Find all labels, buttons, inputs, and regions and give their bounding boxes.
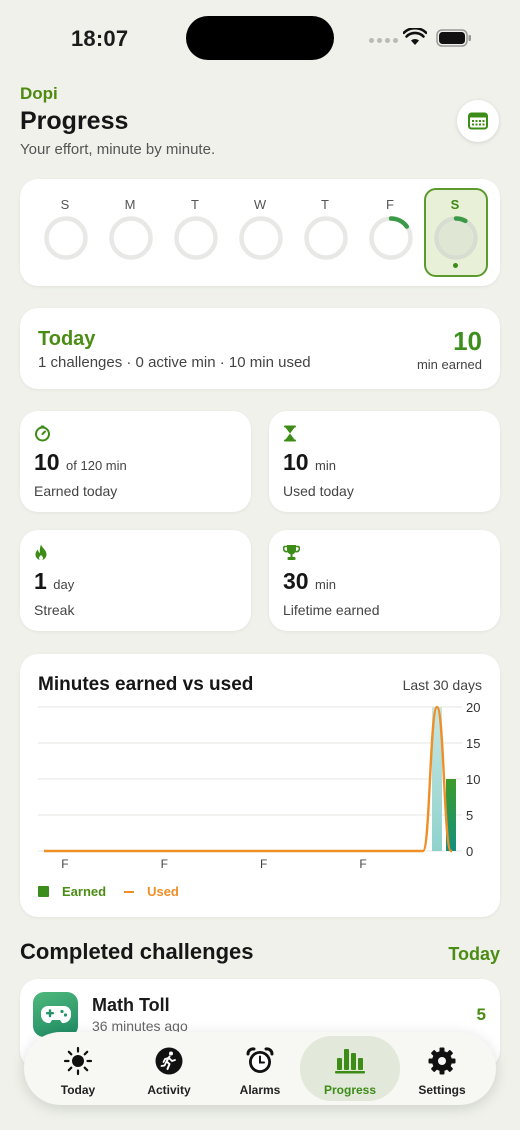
streak-unit: day [53,577,75,592]
page-subtitle: Your effort, minute by minute. [20,141,216,158]
completed-challenges-title: Completed challenges [20,939,254,964]
day-progress-ring [44,216,88,260]
page-title: Progress [20,107,129,135]
app-name: Dopi [20,84,58,103]
today-earned-label: min earned [416,357,482,372]
day-letter: T [191,197,199,212]
day-0[interactable]: S [32,179,98,286]
completed-filter-link[interactable]: Today [448,944,500,965]
legend-used-swatch [124,890,135,893]
lifetime-earned-label: Lifetime earned [283,602,380,618]
dynamic-island [186,16,334,60]
day-letter: W [253,197,267,212]
day-letter: F [386,197,394,212]
used-today-unit: min [315,458,336,473]
legend-earned-swatch [38,886,49,897]
tab-today-label: Today [60,1083,96,1097]
today-summary-card[interactable]: Today 1 challenges · 0 active min · 10 m… [20,308,500,389]
today-detail: 1 challenges · 0 active min · 10 min use… [38,354,311,371]
used-today-label: Used today [283,483,354,499]
minutes-chart-card: Minutes earned vs used Last 30 days 0 5 10… [20,654,500,917]
wifi-icon [403,28,427,45]
x-tick-label: F [359,857,366,871]
day-2[interactable]: T [162,179,228,286]
lifetime-earned-card: 30 min Lifetime earned [269,530,500,631]
day-6[interactable]: S [422,179,488,286]
day-5[interactable]: F [357,179,423,286]
lifetime-earned-value: 30 [283,568,309,594]
tab-progress-label: Progress [323,1083,377,1097]
challenge-name: Math Toll [92,995,170,1015]
tab-activity[interactable]: Activity [123,1036,215,1101]
lifetime-earned-unit: min [315,577,336,592]
tab-settings[interactable]: Settings [396,1036,488,1101]
tab-progress[interactable]: Progress [300,1036,400,1101]
y-tick-label: 0 [466,844,473,859]
tab-alarms-label: Alarms [239,1083,281,1097]
minutes-chart: 0 5 10 15 20 F F F F [38,700,480,871]
day-progress-ring [174,216,218,260]
day-letter: T [321,197,329,212]
day-progress-ring [109,216,153,260]
timer-icon [35,425,50,442]
hourglass-icon [284,425,296,442]
running-icon [155,1047,183,1075]
used-today-card: 10 min Used today [269,411,500,512]
y-tick-label: 10 [466,772,480,787]
earned-today-card: 10 of 120 min Earned today [20,411,251,512]
alarm-clock-icon [246,1047,274,1073]
day-progress-ring [304,216,348,260]
y-tick-label: 20 [466,700,480,715]
status-time: 18:07 [71,26,129,51]
earned-today-label: Earned today [34,483,118,499]
tab-activity-label: Activity [147,1083,191,1097]
earned-today-unit: of 120 min [66,458,127,473]
day-letter: S [60,197,70,212]
day-letter: S [450,197,460,212]
streak-value: 1 [34,568,47,594]
streak-label: Streak [34,602,75,618]
day-4[interactable]: T [292,179,358,286]
streak-card: 1 day Streak [20,530,251,631]
today-title: Today [38,328,96,350]
tab-today[interactable]: Today [32,1036,124,1101]
day-3[interactable]: W [227,179,293,286]
used-today-value: 10 [283,449,309,475]
x-tick-label: F [61,857,68,871]
gear-icon [428,1047,456,1075]
day-1[interactable]: M [97,179,163,286]
calendar-button[interactable] [457,100,499,142]
y-tick-label: 5 [466,808,473,823]
today-earned-value: 10 [453,326,482,356]
status-bar: 18:07 [0,0,520,80]
gamepad-icon [40,1005,71,1023]
bar-chart-icon [335,1049,365,1074]
day-progress-ring [369,216,413,260]
day-progress-ring [434,216,478,260]
tab-bar: Today Activity Alarms Progress Settings [24,1032,496,1105]
y-tick-label: 15 [466,736,480,751]
flame-icon [35,544,47,560]
cellular-signal-icon [369,38,398,43]
earned-today-value: 10 [34,449,60,475]
challenge-app-icon [33,992,78,1037]
chart-legend: Earned Used [38,884,179,899]
today-indicator-dot [453,263,458,268]
tab-settings-label: Settings [418,1083,466,1097]
tab-alarms[interactable]: Alarms [214,1036,306,1101]
legend-earned-label: Earned [62,884,107,899]
day-progress-ring [239,216,283,260]
calendar-icon [468,112,488,130]
legend-used-label: Used [147,884,179,899]
challenge-minutes: 5 [476,1005,486,1024]
week-progress-card: SMTWTFS [20,179,500,286]
x-tick-label: F [260,857,267,871]
trophy-icon [283,545,300,560]
day-letter: M [124,197,136,212]
sun-icon [63,1046,93,1076]
battery-icon [436,29,471,47]
x-tick-label: F [161,857,168,871]
